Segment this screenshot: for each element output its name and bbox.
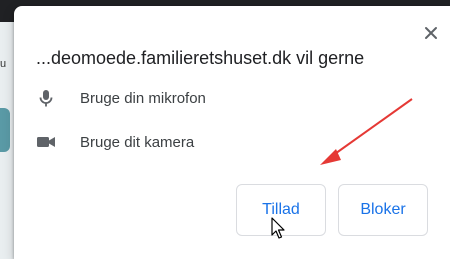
dialog-title: ...deomoede.familieretshuset.dk vil gern…	[36, 48, 365, 68]
permission-dialog: ...deomoede.familieretshuset.dk vil gern…	[14, 6, 450, 259]
page-background-graphic	[0, 108, 10, 152]
permission-camera: Bruge dit kamera	[36, 130, 194, 154]
microphone-icon	[36, 88, 56, 108]
permission-label: Bruge din mikrofon	[80, 89, 206, 107]
allow-button[interactable]: Tillad	[236, 184, 326, 236]
block-button[interactable]: Bloker	[338, 184, 428, 236]
permission-label: Bruge dit kamera	[80, 133, 195, 151]
page-background-text: u	[0, 58, 7, 70]
camera-icon	[36, 132, 56, 152]
close-icon	[425, 27, 437, 39]
permission-microphone: Bruge din mikrofon	[36, 86, 206, 110]
close-button[interactable]	[423, 25, 439, 41]
